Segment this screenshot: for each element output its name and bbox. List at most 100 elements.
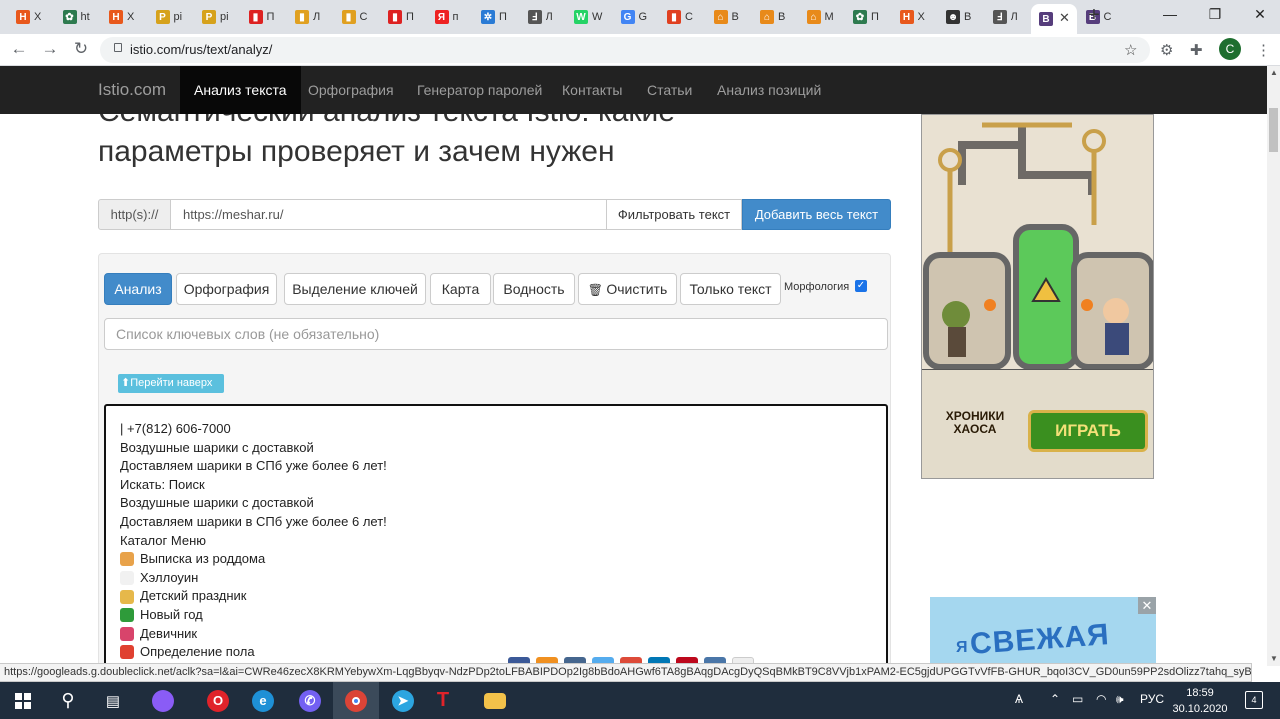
system-clock[interactable]: 18:59 30.10.2020 — [1170, 685, 1230, 717]
task-view-icon[interactable]: ▤ — [90, 682, 136, 719]
browser-tab[interactable]: Яп — [427, 4, 471, 30]
browser-tab[interactable]: B ✕ — [1031, 4, 1077, 34]
alice-icon[interactable] — [140, 682, 186, 719]
browser-tab[interactable]: ▮ С — [659, 4, 703, 30]
map-button[interactable]: Карта — [430, 273, 491, 305]
scroll-up-icon[interactable]: ▲ — [1270, 68, 1278, 77]
browser-tab[interactable]: Ppi — [194, 4, 238, 30]
browser-tab[interactable]: ▮ Л — [287, 4, 331, 30]
browser-tab[interactable]: HХ — [101, 4, 145, 30]
network-icon[interactable]: ◠ — [1096, 692, 1106, 706]
browser-tab[interactable]: ⌂ М — [799, 4, 843, 30]
tab-title: В — [778, 11, 786, 23]
browser-tab[interactable]: ✲ П — [473, 4, 517, 30]
menu-dots-icon[interactable]: ⋮ — [1256, 41, 1271, 59]
browser-tab[interactable]: ▮ П — [380, 4, 424, 30]
browser-tab[interactable]: ℲЛ — [985, 4, 1029, 30]
browser-tab[interactable]: ▮ С — [334, 4, 378, 30]
address-bar[interactable]: istio.com/rus/text/analyz/ ☆ — [100, 37, 1150, 63]
browser-tab[interactable]: HХ — [8, 4, 52, 30]
nav-item[interactable]: Анализ текста — [180, 66, 301, 114]
text-only-button[interactable]: Только текст — [680, 273, 781, 305]
button-label: Очистить — [606, 281, 668, 297]
close-window-button[interactable]: ✕ — [1250, 6, 1270, 23]
tab-favicon-icon: P — [155, 10, 170, 24]
browser-tab[interactable]: ⌂ В — [706, 4, 750, 30]
reload-icon[interactable]: ↻ — [70, 39, 92, 59]
browser-tab[interactable]: ℲЛ — [520, 4, 564, 30]
analysis-panel: Анализ Орфография Выделение ключей Карта Вод… — [98, 253, 891, 666]
volume-icon[interactable]: 🕪 — [1116, 692, 1124, 707]
clear-button[interactable]: 🗑 Очистить — [578, 273, 677, 305]
keywords-button[interactable]: Выделение ключей — [284, 273, 426, 305]
site-navbar: Istio.com Анализ текста Орфография Генерат… — [0, 66, 1267, 114]
notifications-icon[interactable]: 4 — [1245, 691, 1263, 709]
chrome-icon[interactable] — [333, 682, 379, 719]
input-language[interactable]: РУС — [1140, 692, 1164, 706]
new-tab-button[interactable]: + — [1084, 4, 1104, 27]
t-app-icon[interactable]: T — [420, 682, 466, 719]
battery-icon[interactable]: ▭ — [1072, 692, 1083, 706]
browser-tab[interactable]: HХ — [892, 4, 936, 30]
water-button[interactable]: Водность — [493, 273, 575, 305]
maximize-button[interactable]: ❐ — [1205, 6, 1225, 23]
keywords-input[interactable]: Список ключевых слов (не обязательно) — [104, 318, 888, 350]
browser-tab[interactable]: ▮ П — [241, 4, 285, 30]
tab-favicon-icon: ▮ — [341, 10, 356, 24]
scroll-down-icon[interactable]: ▼ — [1270, 654, 1278, 663]
scrollbar-thumb[interactable] — [1269, 108, 1278, 152]
banner-ad-letter: Я — [956, 639, 968, 656]
nav-item[interactable]: Контакты — [548, 66, 636, 114]
tab-title: G — [638, 11, 648, 23]
tab-favicon-icon: ▮ — [248, 10, 263, 24]
browser-tab[interactable]: ✿ ht — [55, 4, 99, 30]
spelling-button[interactable]: Орфография — [176, 273, 277, 305]
internet-explorer-icon[interactable]: e — [240, 682, 286, 719]
analysis-button[interactable]: Анализ — [104, 273, 172, 305]
nav-item[interactable]: Орфография — [294, 66, 408, 114]
browser-tab[interactable]: ☻ В — [938, 4, 982, 30]
forward-icon[interactable]: → — [39, 39, 61, 59]
url-input[interactable]: https://meshar.ru/ — [170, 199, 607, 230]
browser-tab[interactable]: ⌂ В — [752, 4, 796, 30]
bookmark-star-icon[interactable]: ☆ — [1124, 41, 1137, 59]
search-icon[interactable]: ⚲ — [45, 682, 91, 719]
nav-item[interactable]: Генератор паролей — [403, 66, 556, 114]
play-button[interactable]: ИГРАТЬ — [1028, 410, 1148, 452]
opera-icon[interactable]: O — [195, 682, 241, 719]
browser-tab[interactable]: WW — [566, 4, 610, 30]
start-button[interactable] — [0, 682, 46, 719]
tab-title: Л — [545, 11, 553, 23]
profile-avatar[interactable]: C — [1219, 38, 1241, 60]
tab-close-icon[interactable]: ✕ — [1059, 10, 1070, 26]
show-hidden-icons[interactable]: ⌃ — [1050, 692, 1060, 706]
browser-tab[interactable]: ✿ П — [845, 4, 889, 30]
banner-ad[interactable]: СВЕЖАЯ Я ✕ — [930, 597, 1156, 666]
back-icon[interactable]: ← — [8, 39, 30, 59]
nav-item[interactable]: Анализ позиций — [703, 66, 835, 114]
extension-gear-icon[interactable]: ⚙ — [1160, 41, 1173, 59]
tab-favicon-icon: Я — [434, 10, 449, 24]
file-explorer-icon[interactable] — [472, 682, 518, 719]
viber-icon[interactable]: ✆ — [287, 682, 333, 719]
go-top-button[interactable]: ⬆Перейти наверх — [118, 374, 224, 393]
text-line: Девичник — [120, 625, 872, 644]
site-brand[interactable]: Istio.com — [98, 80, 166, 100]
ad-close-button[interactable]: ✕ — [1138, 597, 1156, 614]
browser-tab[interactable]: Ppi — [148, 4, 192, 30]
emoji-icon — [120, 552, 134, 567]
browser-tab[interactable]: GG — [613, 4, 657, 30]
minimize-button[interactable]: — — [1160, 6, 1180, 22]
game-ad[interactable]: ХРОНИКИ ХАОСА ИГРАТЬ — [921, 114, 1154, 479]
nav-item[interactable]: Статьи — [633, 66, 706, 114]
text-area[interactable]: | +7(812) 606-7000 Воздушные шарики с дос… — [104, 404, 888, 666]
morphology-checkbox[interactable]: ✓ — [855, 280, 867, 292]
tab-title: П — [499, 11, 507, 23]
tab-favicon-icon: ▮ — [295, 10, 309, 24]
tab-title: В — [964, 11, 972, 23]
add-all-text-button[interactable]: Добавить весь текст — [742, 199, 891, 230]
page-scrollbar[interactable]: ▲ ▼ — [1267, 66, 1280, 666]
extensions-puzzle-icon[interactable]: ✚ — [1190, 41, 1203, 59]
filter-text-button[interactable]: Фильтровать текст — [606, 199, 742, 230]
person-tray-icon[interactable]: Ѧ — [1015, 692, 1023, 706]
